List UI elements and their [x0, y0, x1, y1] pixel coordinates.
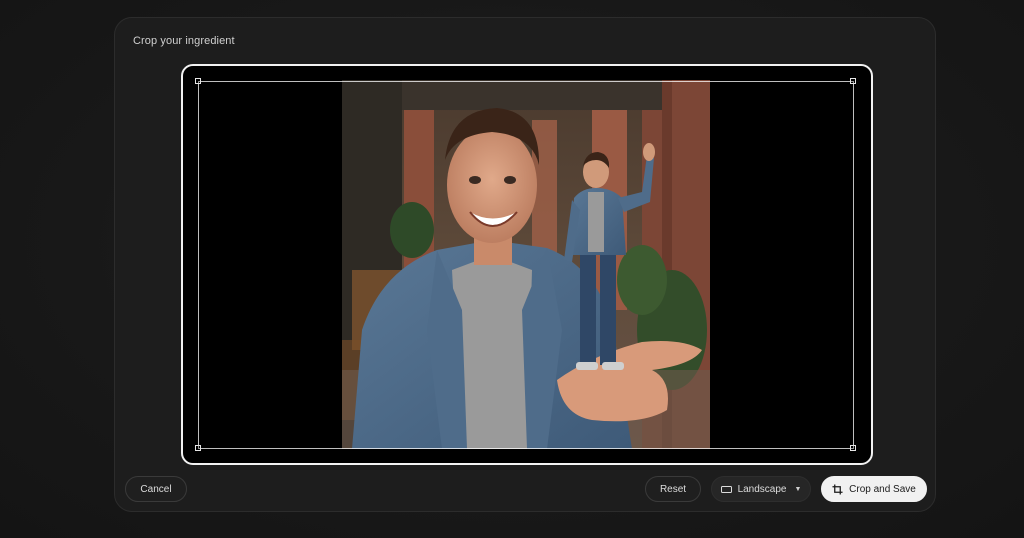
cancel-button-label: Cancel [140, 483, 172, 495]
crop-handle-top-right[interactable] [850, 78, 856, 84]
ingredient-image [342, 80, 710, 449]
crop-handle-top-left[interactable] [195, 78, 201, 84]
aspect-ratio-label: Landscape [737, 483, 787, 495]
page: Crop your ingredient Cancel Reset Landsc… [0, 0, 1024, 538]
cancel-button[interactable]: Cancel [125, 476, 187, 502]
crop-canvas[interactable] [197, 80, 854, 449]
crop-handle-bottom-right[interactable] [850, 445, 856, 451]
aspect-ratio-dropdown[interactable]: Landscape ▼ [711, 476, 811, 502]
crop-and-save-label: Crop and Save [849, 483, 916, 495]
dialog-title: Crop your ingredient [133, 35, 235, 47]
chevron-down-icon: ▼ [794, 485, 802, 493]
crop-and-save-button[interactable]: Crop and Save [821, 476, 927, 502]
reset-button-label: Reset [659, 483, 687, 495]
ingredient-image-illustration [342, 80, 710, 449]
reset-button[interactable]: Reset [645, 476, 701, 502]
crop-dialog: Crop your ingredient Cancel Reset Landsc… [114, 17, 936, 512]
landscape-rect-icon [720, 485, 732, 493]
crop-icon [832, 483, 843, 495]
crop-frame [181, 64, 873, 465]
crop-handle-bottom-left[interactable] [195, 445, 201, 451]
